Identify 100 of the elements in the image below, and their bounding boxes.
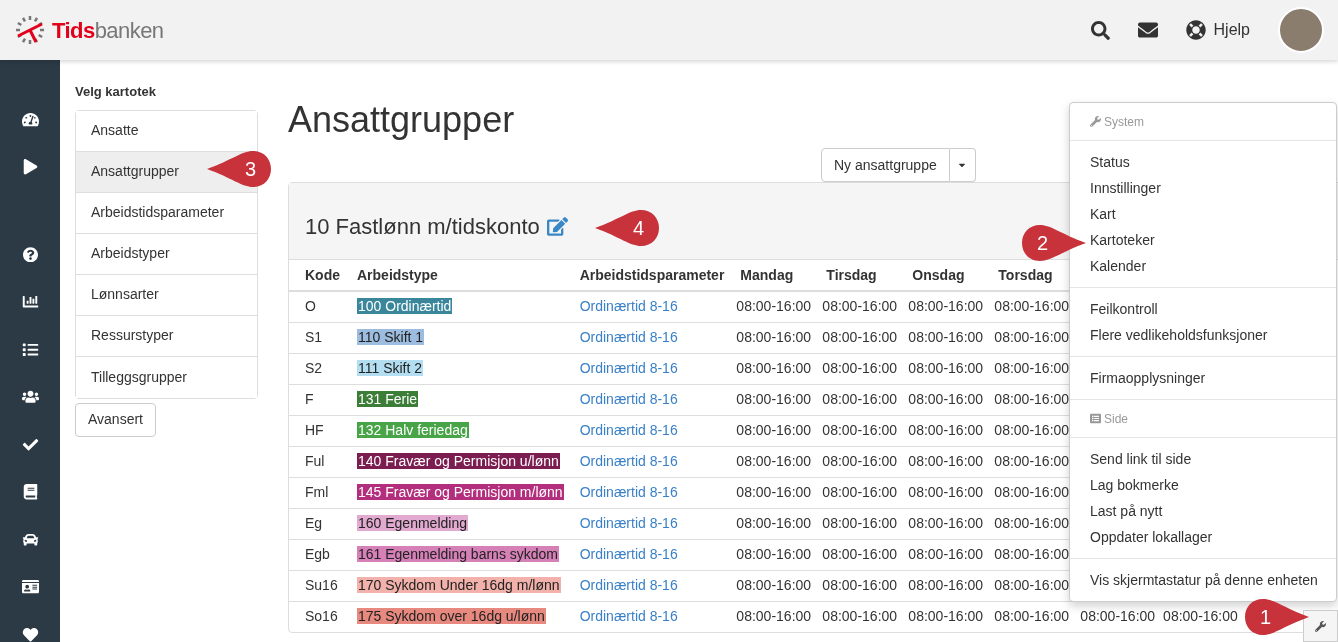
parameter-link[interactable]: Ordinærtid 8-16 [579, 577, 678, 593]
work-type-tag: 145 Fravær og Permisjon m/lønn [357, 484, 564, 500]
menu-item[interactable]: Send link til side [1090, 446, 1192, 472]
column-header: Kode [289, 260, 349, 291]
parameter-link[interactable]: Ordinærtid 8-16 [579, 546, 678, 562]
menu-item[interactable]: Lag bokmerke [1090, 472, 1179, 498]
book-icon[interactable] [21, 484, 39, 500]
table-cell: Su16 [289, 570, 349, 601]
table-cell: So16 [289, 601, 349, 632]
id-card-icon[interactable] [21, 579, 39, 595]
menu-item[interactable]: Oppdater lokallager [1090, 524, 1213, 550]
new-group-button[interactable]: Ny ansattgruppe [821, 148, 950, 182]
parameter-link[interactable]: Ordinærtid 8-16 [579, 329, 678, 345]
play-icon[interactable] [21, 159, 39, 175]
table-cell-text: 08:00-16:00 [1162, 607, 1239, 627]
table-cell: HF [289, 415, 349, 446]
help-icon[interactable] [21, 246, 39, 263]
work-type-tag: 160 Egenmelding [357, 515, 468, 531]
menu-item[interactable]: Kartoteker [1090, 227, 1155, 253]
table-cell: 08:00-16:00 [904, 353, 991, 384]
bar-chart-icon[interactable] [21, 294, 39, 310]
column-header: Arbeidstidsparameter [571, 260, 733, 291]
table-cell: 08:00-16:00 [990, 508, 1077, 539]
table-cell: 08:00-16:00 [990, 477, 1077, 508]
mail-icon[interactable] [1137, 20, 1158, 40]
table-cell: 08:00-16:00 [904, 601, 991, 632]
parameter-link[interactable]: Ordinærtid 8-16 [579, 484, 678, 500]
group-title: 10 Fastlønn m/tidskonto [305, 212, 540, 241]
table-cell: 08:00-16:00 [732, 508, 819, 539]
menu-item[interactable]: Innstillinger [1090, 175, 1161, 201]
menu-item[interactable]: Vis skjermtastatur på denne enheten [1090, 567, 1318, 593]
parameter-link[interactable]: Ordinærtid 8-16 [579, 298, 678, 315]
table-cell: 08:00-16:00 [818, 601, 905, 632]
heart-icon[interactable] [21, 626, 39, 642]
brand-name: Tidsbanken [52, 16, 164, 45]
dashboard-icon[interactable] [21, 112, 39, 128]
table-cell: 08:00-16:00 [904, 415, 991, 446]
table-cell: 08:00-16:00 [818, 291, 905, 322]
table-cell: 08:00-16:00 [990, 291, 1077, 322]
table-cell-text: 08:00-16:00 [1079, 607, 1157, 627]
table-cell: 08:00-16:00 [732, 384, 819, 415]
menu-item[interactable]: Last på nytt [1090, 498, 1163, 524]
table-cell: S1 [289, 322, 349, 353]
work-type-tag: 132 Halv feriedag [357, 422, 469, 438]
work-type-tag: 131 Ferie [357, 391, 419, 407]
table-cell: 08:00-16:00 [904, 570, 991, 601]
menu-item[interactable]: Status [1090, 149, 1130, 175]
menu-item[interactable]: Feilkontroll [1090, 296, 1158, 322]
table-cell: F [289, 384, 349, 415]
table-cell: 08:00-16:00 [990, 322, 1077, 353]
catalog-item[interactable]: Ansatte [76, 110, 257, 152]
table-cell: 08:00-16:00 [732, 539, 819, 570]
table-cell: 08:00-16:00 [904, 384, 991, 415]
table-cell: 08:00-16:00 [818, 477, 905, 508]
parameter-link[interactable]: Ordinærtid 8-16 [579, 360, 678, 376]
work-type-tag: 175 Sykdom over 16dg u/lønn [357, 608, 546, 625]
table-cell: 08:00-16:00 [818, 415, 905, 446]
menu-item[interactable]: Flere vedlikeholdsfunksjoner [1090, 322, 1268, 348]
menu-item[interactable]: Kalender [1090, 253, 1147, 279]
table-cell: 08:00-16:00 [732, 415, 819, 446]
help-link[interactable]: Hjelp [1185, 18, 1250, 42]
table-cell: 08:00-16:00 [818, 322, 905, 353]
menu-section-header: System [1090, 112, 1144, 131]
advanced-button[interactable]: Avansert [75, 402, 156, 437]
table-cell: S2 [289, 353, 349, 384]
parameter-link[interactable]: Ordinærtid 8-16 [579, 515, 678, 531]
table-cell: O [289, 291, 349, 322]
table-cell: 08:00-16:00 [818, 353, 905, 384]
table-cell: 08:00-16:00 [732, 446, 819, 477]
settings-button[interactable] [1303, 610, 1338, 642]
menu-item[interactable]: Kart [1090, 201, 1116, 227]
table-cell: 08:00-16:00 [732, 353, 819, 384]
callout-badge: 4 [594, 209, 660, 247]
wrench-icon [1090, 116, 1101, 127]
parameter-link[interactable]: Ordinærtid 8-16 [579, 422, 678, 438]
table-cell: 08:00-16:00 [990, 353, 1077, 384]
parameter-link[interactable]: Ordinærtid 8-16 [579, 608, 678, 625]
table-cell: 08:00-16:00 [904, 539, 991, 570]
table-cell: 08:00-16:00 [732, 570, 819, 601]
check-icon[interactable] [21, 436, 39, 453]
users-icon[interactable] [21, 389, 39, 405]
parameter-link[interactable]: Ordinærtid 8-16 [579, 453, 678, 469]
clock-logo-icon [14, 14, 46, 46]
work-type-tag: 140 Fravær og Permisjon u/lønn [357, 453, 560, 469]
callout-badge: 1 [1244, 598, 1310, 636]
search-icon[interactable] [1090, 20, 1110, 40]
table-cell: Ful [289, 446, 349, 477]
table-cell: Fml [289, 477, 349, 508]
logo[interactable]: Tidsbanken [14, 13, 164, 47]
car-icon[interactable] [21, 531, 39, 548]
column-header: Tirsdag [818, 260, 905, 291]
parameter-link[interactable]: Ordinærtid 8-16 [579, 391, 678, 407]
avatar[interactable] [1278, 7, 1324, 53]
dropdown-toggle-button[interactable] [949, 148, 976, 182]
page-title: Ansattgrupper [288, 98, 515, 142]
edit-icon[interactable] [546, 215, 568, 237]
menu-item[interactable]: Firmaopplysninger [1090, 365, 1206, 391]
table-cell: 08:00-16:00 [990, 601, 1077, 632]
list-icon[interactable] [21, 341, 39, 358]
work-type-tag: 161 Egenmelding barns sykdom [357, 546, 559, 562]
